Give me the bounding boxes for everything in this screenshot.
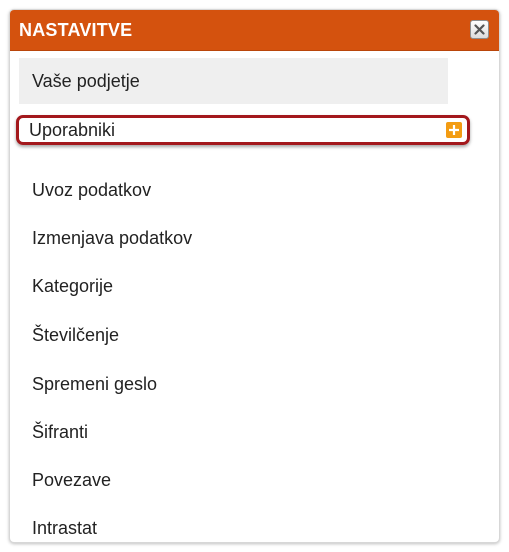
dialog-header: NASTAVITVE — [10, 10, 499, 51]
menu-item-label: Uporabniki — [29, 119, 116, 140]
menu-item-sifranti[interactable]: Šifranti — [19, 409, 88, 455]
menu-item-label: Številčenje — [32, 324, 120, 345]
menu-item-label: Kategorije — [32, 275, 114, 296]
menu-item-uporabniki[interactable]: Uporabniki — [16, 115, 470, 145]
menu-item-izmenjava-podatkov[interactable]: Izmenjava podatkov — [19, 215, 192, 261]
menu-item-label: Vaše podjetje — [32, 70, 140, 91]
menu-item-povezave[interactable]: Povezave — [19, 457, 111, 503]
menu-item-label: Intrastat — [32, 517, 98, 538]
menu-item-vase-podjetje[interactable]: Vaše podjetje — [19, 58, 448, 104]
menu-item-label: Povezave — [32, 469, 112, 490]
close-button[interactable] — [470, 20, 489, 39]
menu-item-kategorije[interactable]: Kategorije — [19, 263, 113, 309]
menu-item-label: Uvoz podatkov — [32, 179, 152, 200]
menu-item-label: Šifranti — [32, 421, 89, 442]
menu-item-spremeni-geslo[interactable]: Spremeni geslo — [19, 361, 157, 407]
menu-item-label: Spremeni geslo — [32, 373, 158, 394]
plus-icon[interactable] — [446, 122, 462, 138]
menu-item-stevilcenje[interactable]: Številčenje — [19, 312, 119, 358]
close-icon — [474, 24, 485, 35]
dialog-title: NASTAVITVE — [19, 19, 133, 40]
menu-item-uvoz-podatkov[interactable]: Uvoz podatkov — [19, 167, 151, 213]
settings-dialog: NASTAVITVE Vaše podjetje Uporabniki Uvoz… — [9, 9, 500, 543]
menu-item-intrastat[interactable]: Intrastat — [19, 505, 98, 542]
menu-item-label: Izmenjava podatkov — [32, 227, 193, 248]
